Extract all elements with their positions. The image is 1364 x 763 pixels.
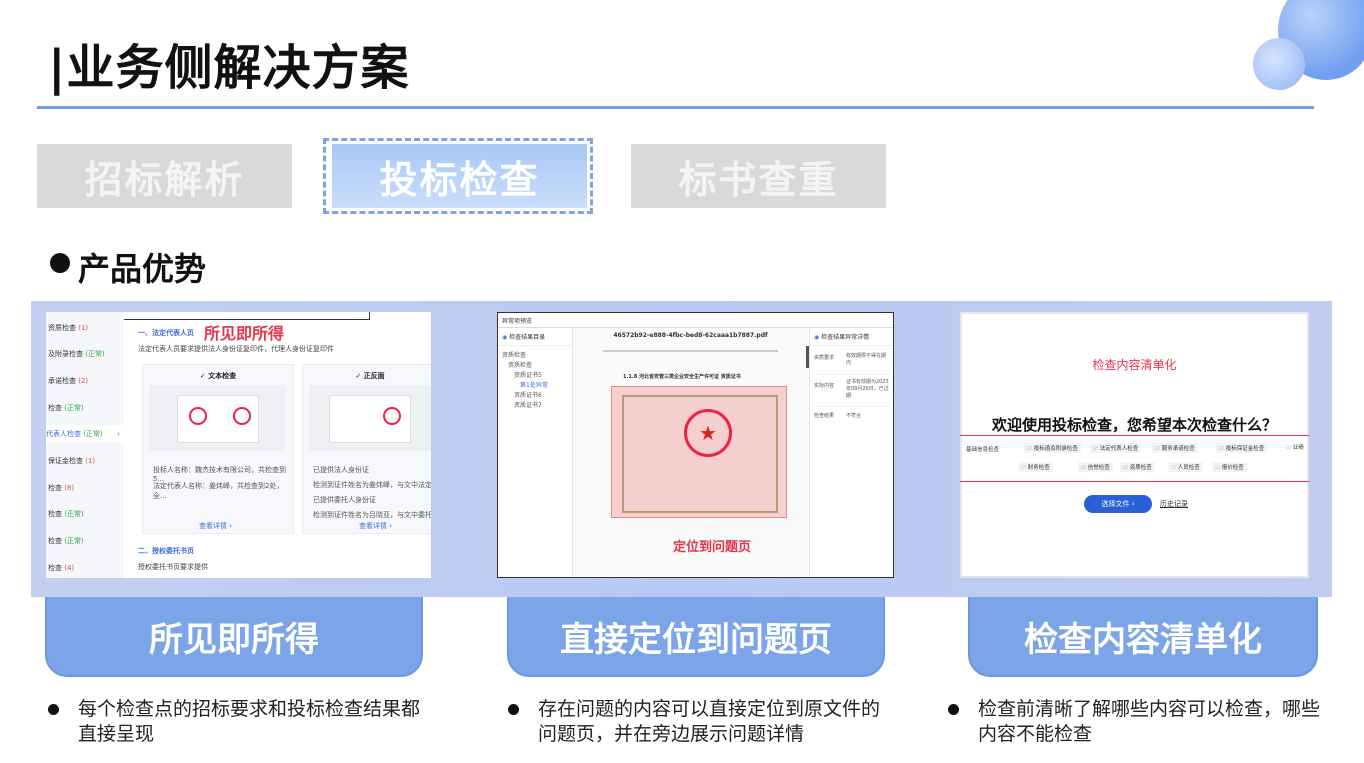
- result-tree: ◉ 检查结果目录 资质检查 资质检查 资质证书5 第1处异常 资质证书6 资质证…: [498, 328, 573, 577]
- feature-panel-checklist: 检查内容清单化: [968, 597, 1318, 677]
- id-check-card: ✓ 正反面 已提供法人身份证 检测到证件姓名为姜炜峰，与文中法定代表... 已提…: [302, 364, 431, 534]
- tree-node[interactable]: 资质检查: [508, 360, 532, 369]
- window-titlebar: 异常项预览: [498, 313, 893, 328]
- section-title: 产品优势: [78, 250, 207, 288]
- eye-icon: ◉: [814, 334, 820, 341]
- file-name: 46572b92-e888-4fbc-bed8-62caaa1b7887.pdf: [613, 332, 768, 339]
- sidebar-item[interactable]: 检查 (正常): [48, 536, 84, 546]
- check-option[interactable]: ☑ 服务承诺检查: [1152, 443, 1198, 453]
- tree-node[interactable]: 资质证书6: [514, 390, 542, 399]
- bullet: [948, 704, 959, 715]
- tree-node-active[interactable]: 第1处异常: [520, 380, 548, 389]
- overlay-label: 定位到问题页: [673, 540, 752, 555]
- check-option[interactable]: ☑ 人员检查: [1168, 462, 1203, 472]
- id-card-image: [149, 385, 286, 451]
- screenshot-locate-page: 异常项预览 ◉ 检查结果目录 资质检查 资质检查 资质证书5 第1处异常 资质证…: [497, 312, 894, 578]
- card-title: ✓ 正反面: [355, 372, 385, 380]
- decor-circle-small: [1253, 38, 1305, 90]
- check-option[interactable]: ☑ 投标保证金检查: [1216, 443, 1268, 453]
- view-details-link[interactable]: 查看详情 ›: [359, 521, 392, 531]
- sidebar-item[interactable]: 检查 (8): [48, 483, 74, 493]
- check-option[interactable]: ☑ 法定代表人检查: [1090, 443, 1142, 453]
- check-option[interactable]: ☑ 信誉检查: [1078, 462, 1113, 472]
- checklist-options: 基础信息检查 ☑ 投标函及附录检查 ☑ 法定代表人检查 ☑ 服务承诺检查 ☑ 投…: [960, 435, 1309, 482]
- check-line: 法定代表人名称：姜炜峰，共检查到2处，全...: [153, 482, 284, 500]
- screenshot-checklist: 检查内容清单化 欢迎使用投标检查，您希望本次检查什么？ 基础信息检查 ☑ 投标函…: [960, 312, 1309, 578]
- bullet: [48, 704, 59, 715]
- screenshot-wysiwyg: 资质检查 (1) 及附录检查 (正常) 承诺检查 (2) 检查 (正常) 代表人…: [46, 312, 431, 578]
- eye-icon: ◉: [502, 334, 508, 341]
- doc-heading: 1.1.8 河北省安管三类企业安全生产许可证 资质证书: [623, 374, 741, 380]
- sidebar-item[interactable]: 保证金检查 (1): [48, 456, 95, 466]
- sidebar-item[interactable]: 检查 (正常): [48, 509, 84, 519]
- sidebar-item[interactable]: 及附录检查 (正常): [48, 349, 105, 359]
- page-title: |业务侧解决方案: [48, 40, 410, 96]
- welcome-text: 欢迎使用投标检查，您希望本次检查什么？: [991, 416, 1277, 434]
- history-link[interactable]: 历史记录: [1160, 499, 1188, 509]
- check-option[interactable]: 基础信息检查: [966, 445, 999, 453]
- feature-panel-locate: 直接定位到问题页: [507, 597, 885, 677]
- check-line: 检测到证件姓名为吕晓亚，与文中委托人姓...: [313, 511, 431, 519]
- overlay-label: 所见即所得: [204, 324, 285, 343]
- tree-node[interactable]: 资质证书5: [514, 370, 542, 379]
- check-sidebar: 资质检查 (1) 及附录检查 (正常) 承诺检查 (2) 检查 (正常) 代表人…: [46, 312, 124, 578]
- title-divider: [37, 106, 1314, 109]
- check-line: 已提供法人身份证: [313, 466, 369, 474]
- detail-row: 实际内容 证书有效期为2023年09月20日，已过期: [814, 376, 890, 407]
- sidebar-item[interactable]: 检查 (正常): [48, 403, 84, 413]
- tree-node[interactable]: 资质检查: [502, 350, 526, 359]
- section-desc: 法定代表人员要求提供法人身份证复印件，代理人身份证复印件: [138, 345, 334, 353]
- sidebar-item[interactable]: 承诺检查 (2): [48, 376, 88, 386]
- section-heading: 一、法定代表人页: [138, 329, 194, 337]
- detail-row: 检查结果 不符合: [814, 413, 862, 419]
- tree-node[interactable]: 资质证书7: [514, 400, 542, 409]
- sidebar-item[interactable]: 资质检查 (1): [48, 323, 88, 333]
- check-line: 检测到证件姓名为姜炜峰，与文中法定代表...: [313, 481, 431, 489]
- view-details-link[interactable]: 查看详情 ›: [199, 521, 232, 531]
- check-option[interactable]: ☑ 业绩: [1286, 443, 1304, 451]
- pdf-viewer: 46572b92-e888-4fbc-bed8-62caaa1b7887.pdf…: [573, 328, 809, 577]
- checklist-heading: 检查内容清单化: [1092, 358, 1177, 372]
- card-title: ✓ 文本检查: [199, 372, 237, 380]
- tab-bid-check[interactable]: 投标检查: [332, 144, 587, 208]
- tab-bid-parsing[interactable]: 招标解析: [37, 144, 292, 208]
- check-line: 已提供委托人身份证: [313, 496, 376, 504]
- feature-panel-wysiwyg: 所见即所得: [45, 597, 423, 677]
- sidebar-item-active[interactable]: 代表人检查 (正常) ›: [46, 425, 124, 443]
- sidebar-item[interactable]: 检查 (4): [48, 563, 74, 573]
- text-check-card: ✓ 文本检查 投标人名称：魏杰技术有限公司，共检查到5... 法定代表人名称：姜…: [142, 364, 294, 534]
- detail-panel: ◉ 检查结果异常详情 资质要求 有效期限不得在期内 实际内容 证书有效期为202…: [809, 328, 893, 577]
- check-option[interactable]: ☑ 投标函及附录检查: [1024, 443, 1081, 453]
- id-card-image: [309, 385, 431, 451]
- stamp-icon: ★: [684, 409, 732, 457]
- highlighted-certificate[interactable]: ★: [611, 386, 787, 518]
- section-desc: 授权委托书页要求提供: [138, 563, 208, 571]
- select-file-button[interactable]: 选择文件 ›: [1084, 495, 1152, 513]
- detail-row: 资质要求 有效期限不得在期内: [814, 350, 890, 375]
- section-bullet: [50, 253, 70, 273]
- check-option[interactable]: ☑ 报价检查: [1212, 462, 1247, 472]
- tab-duplicate-check[interactable]: 标书查重: [631, 144, 886, 208]
- bullet: [508, 704, 519, 715]
- section-heading: 二、授权委托书页: [138, 547, 194, 555]
- check-option[interactable]: ☑ 财务检查: [1018, 462, 1053, 472]
- check-option[interactable]: ☑ 资质检查: [1120, 462, 1155, 472]
